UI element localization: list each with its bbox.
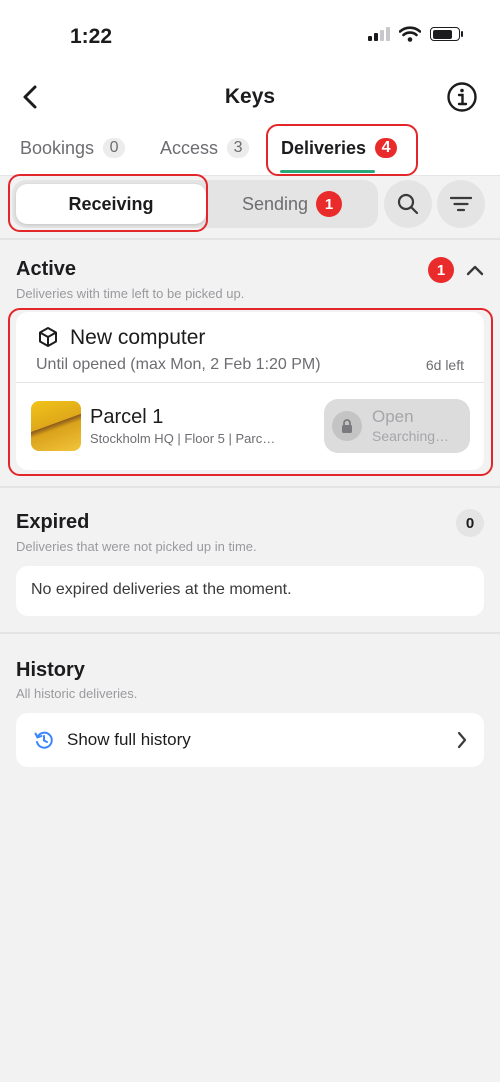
cellular-signal-icon	[368, 27, 390, 41]
sending-badge: 1	[316, 191, 343, 217]
search-button[interactable]	[384, 180, 432, 228]
chevron-right-icon	[457, 731, 467, 749]
search-icon	[397, 193, 419, 215]
lock-icon	[332, 411, 362, 441]
parcel-image	[31, 401, 81, 451]
tab-access[interactable]: Access 3	[160, 134, 250, 162]
delivery-until: Until opened (max Mon, 2 Feb 1:20 PM)	[36, 356, 321, 373]
segment-label: Sending	[241, 193, 309, 214]
delivery-name: New computer	[70, 326, 206, 349]
divider	[0, 486, 500, 488]
battery-icon	[430, 27, 463, 41]
chevron-up-icon[interactable]	[464, 261, 486, 279]
filter-icon	[450, 196, 472, 212]
show-history-label: Show full history	[67, 730, 191, 749]
expired-empty-text: No expired deliveries at the moment.	[31, 581, 292, 598]
tab-label: Access	[160, 137, 219, 158]
expired-section-subtitle: Deliveries that were not picked up in ti…	[16, 539, 257, 554]
status-icons	[368, 26, 463, 42]
open-label: Open	[372, 407, 414, 426]
divider	[0, 632, 500, 634]
tab-bookings[interactable]: Bookings 0	[20, 134, 126, 162]
parcel-location: Stockholm HQ | Floor 5 | Parc…	[90, 431, 276, 446]
show-history-row[interactable]: Show full history	[16, 713, 484, 767]
segmented-control: Receiving Sending 1	[12, 180, 378, 228]
tab-deliveries[interactable]: Deliveries 4	[281, 134, 398, 162]
expired-empty-card: No expired deliveries at the moment.	[16, 566, 484, 616]
header: Keys Bookings 0 Access 3 Deliveries 4	[0, 72, 500, 176]
card-divider	[16, 382, 484, 383]
filter-button[interactable]	[437, 180, 485, 228]
history-section-subtitle: All historic deliveries.	[16, 686, 138, 701]
expired-count-badge: 0	[456, 509, 484, 537]
tab-bar: Bookings 0 Access 3 Deliveries 4	[0, 134, 500, 174]
segment-label: Receiving	[68, 193, 154, 214]
tab-label: Deliveries	[281, 137, 367, 158]
expired-section-title: Expired	[16, 511, 90, 533]
delivery-time-left: 6d left	[425, 357, 464, 373]
active-tab-indicator	[280, 170, 375, 173]
delivery-card[interactable]: New computer Until opened (max Mon, 2 Fe…	[16, 312, 484, 470]
open-locker-button[interactable]: Open Searching…	[324, 399, 470, 453]
history-icon	[34, 731, 53, 749]
active-count-badge: 1	[428, 257, 454, 283]
tab-label: Bookings	[20, 137, 95, 158]
status-time: 1:22	[70, 25, 113, 48]
info-icon[interactable]	[446, 81, 478, 113]
package-icon	[39, 327, 57, 347]
history-section-title: History	[16, 659, 85, 681]
tab-count: 4	[375, 138, 398, 158]
status-bar: 1:22	[0, 0, 500, 72]
segment-receiving[interactable]: Receiving	[16, 184, 206, 224]
active-section-title: Active	[16, 258, 77, 280]
parcel-name: Parcel 1	[90, 406, 164, 428]
tab-count: 0	[103, 138, 126, 158]
segment-sending[interactable]: Sending 1	[212, 184, 372, 224]
wifi-icon	[399, 26, 421, 42]
open-status: Searching…	[372, 428, 450, 444]
divider	[0, 238, 500, 240]
page-title: Keys	[224, 85, 276, 108]
tab-count: 3	[227, 138, 250, 158]
active-section-subtitle: Deliveries with time left to be picked u…	[16, 286, 245, 301]
